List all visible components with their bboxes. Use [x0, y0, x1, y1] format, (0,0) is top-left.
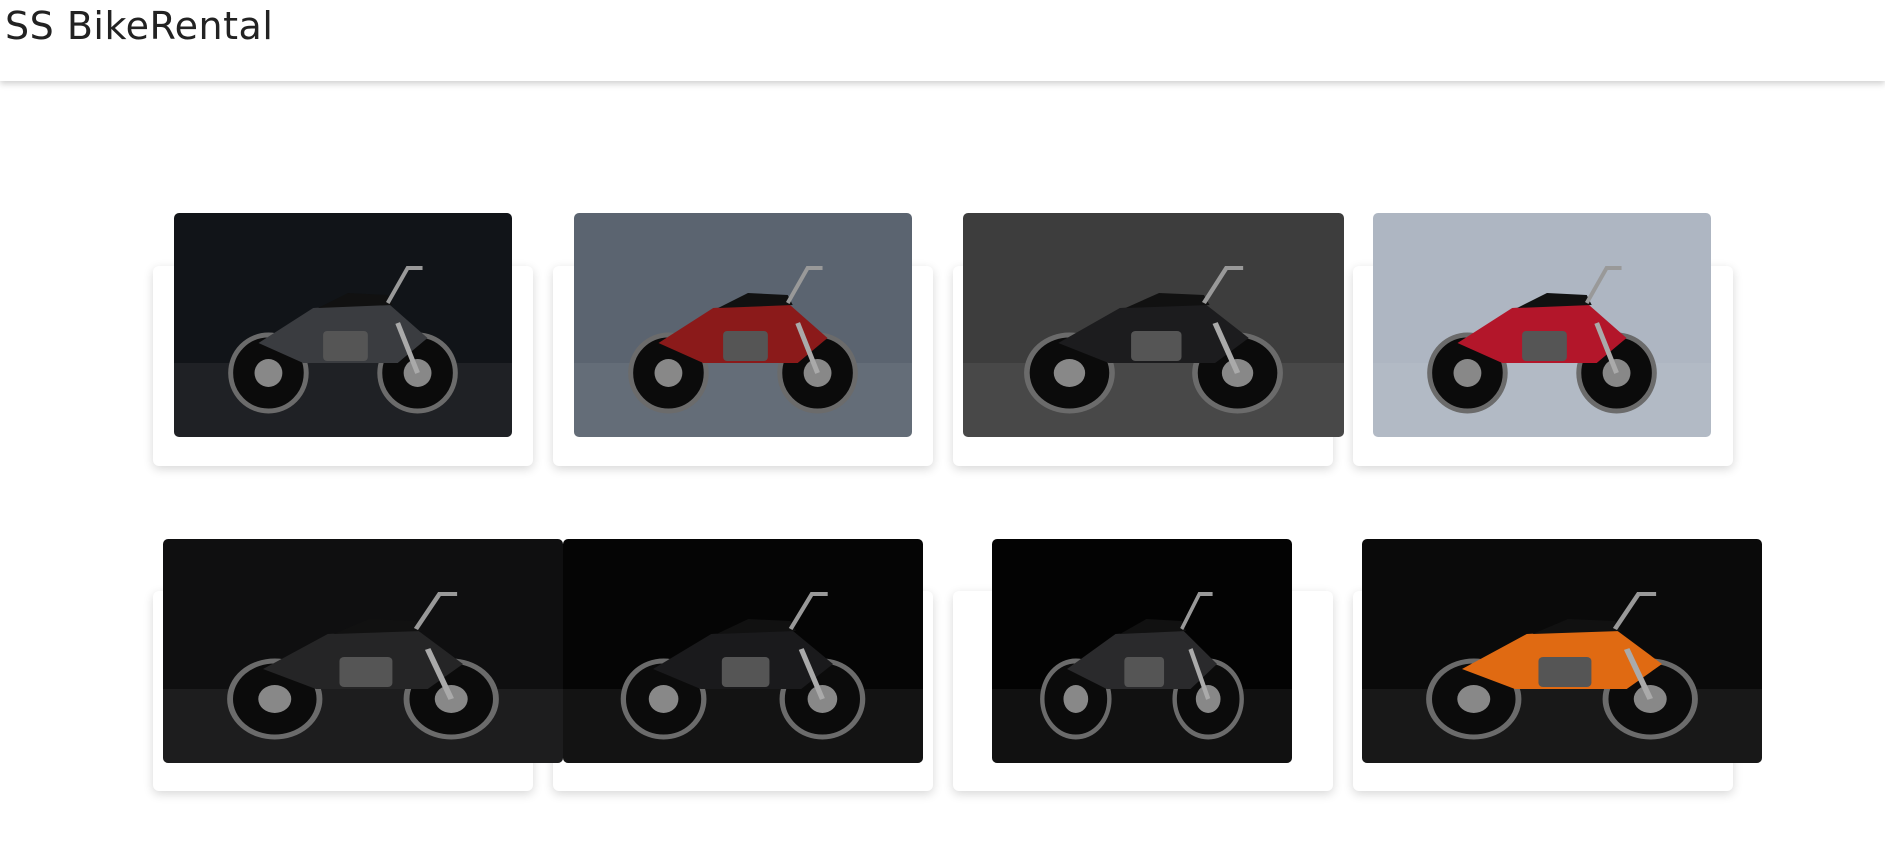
brand-title[interactable]: SS BikeRental — [5, 4, 273, 48]
bike-photo-2[interactable] — [574, 213, 912, 437]
navbar: SS BikeRental — [0, 0, 1885, 81]
bike-photo-3[interactable] — [963, 213, 1344, 437]
bike-photo-5[interactable] — [163, 539, 563, 763]
bike-photo-6[interactable] — [563, 539, 923, 763]
bike-photo-1[interactable] — [174, 213, 512, 437]
bike-photo-8[interactable] — [1362, 539, 1762, 763]
bike-photo-4[interactable] — [1373, 213, 1711, 437]
bike-photo-7[interactable] — [992, 539, 1292, 763]
